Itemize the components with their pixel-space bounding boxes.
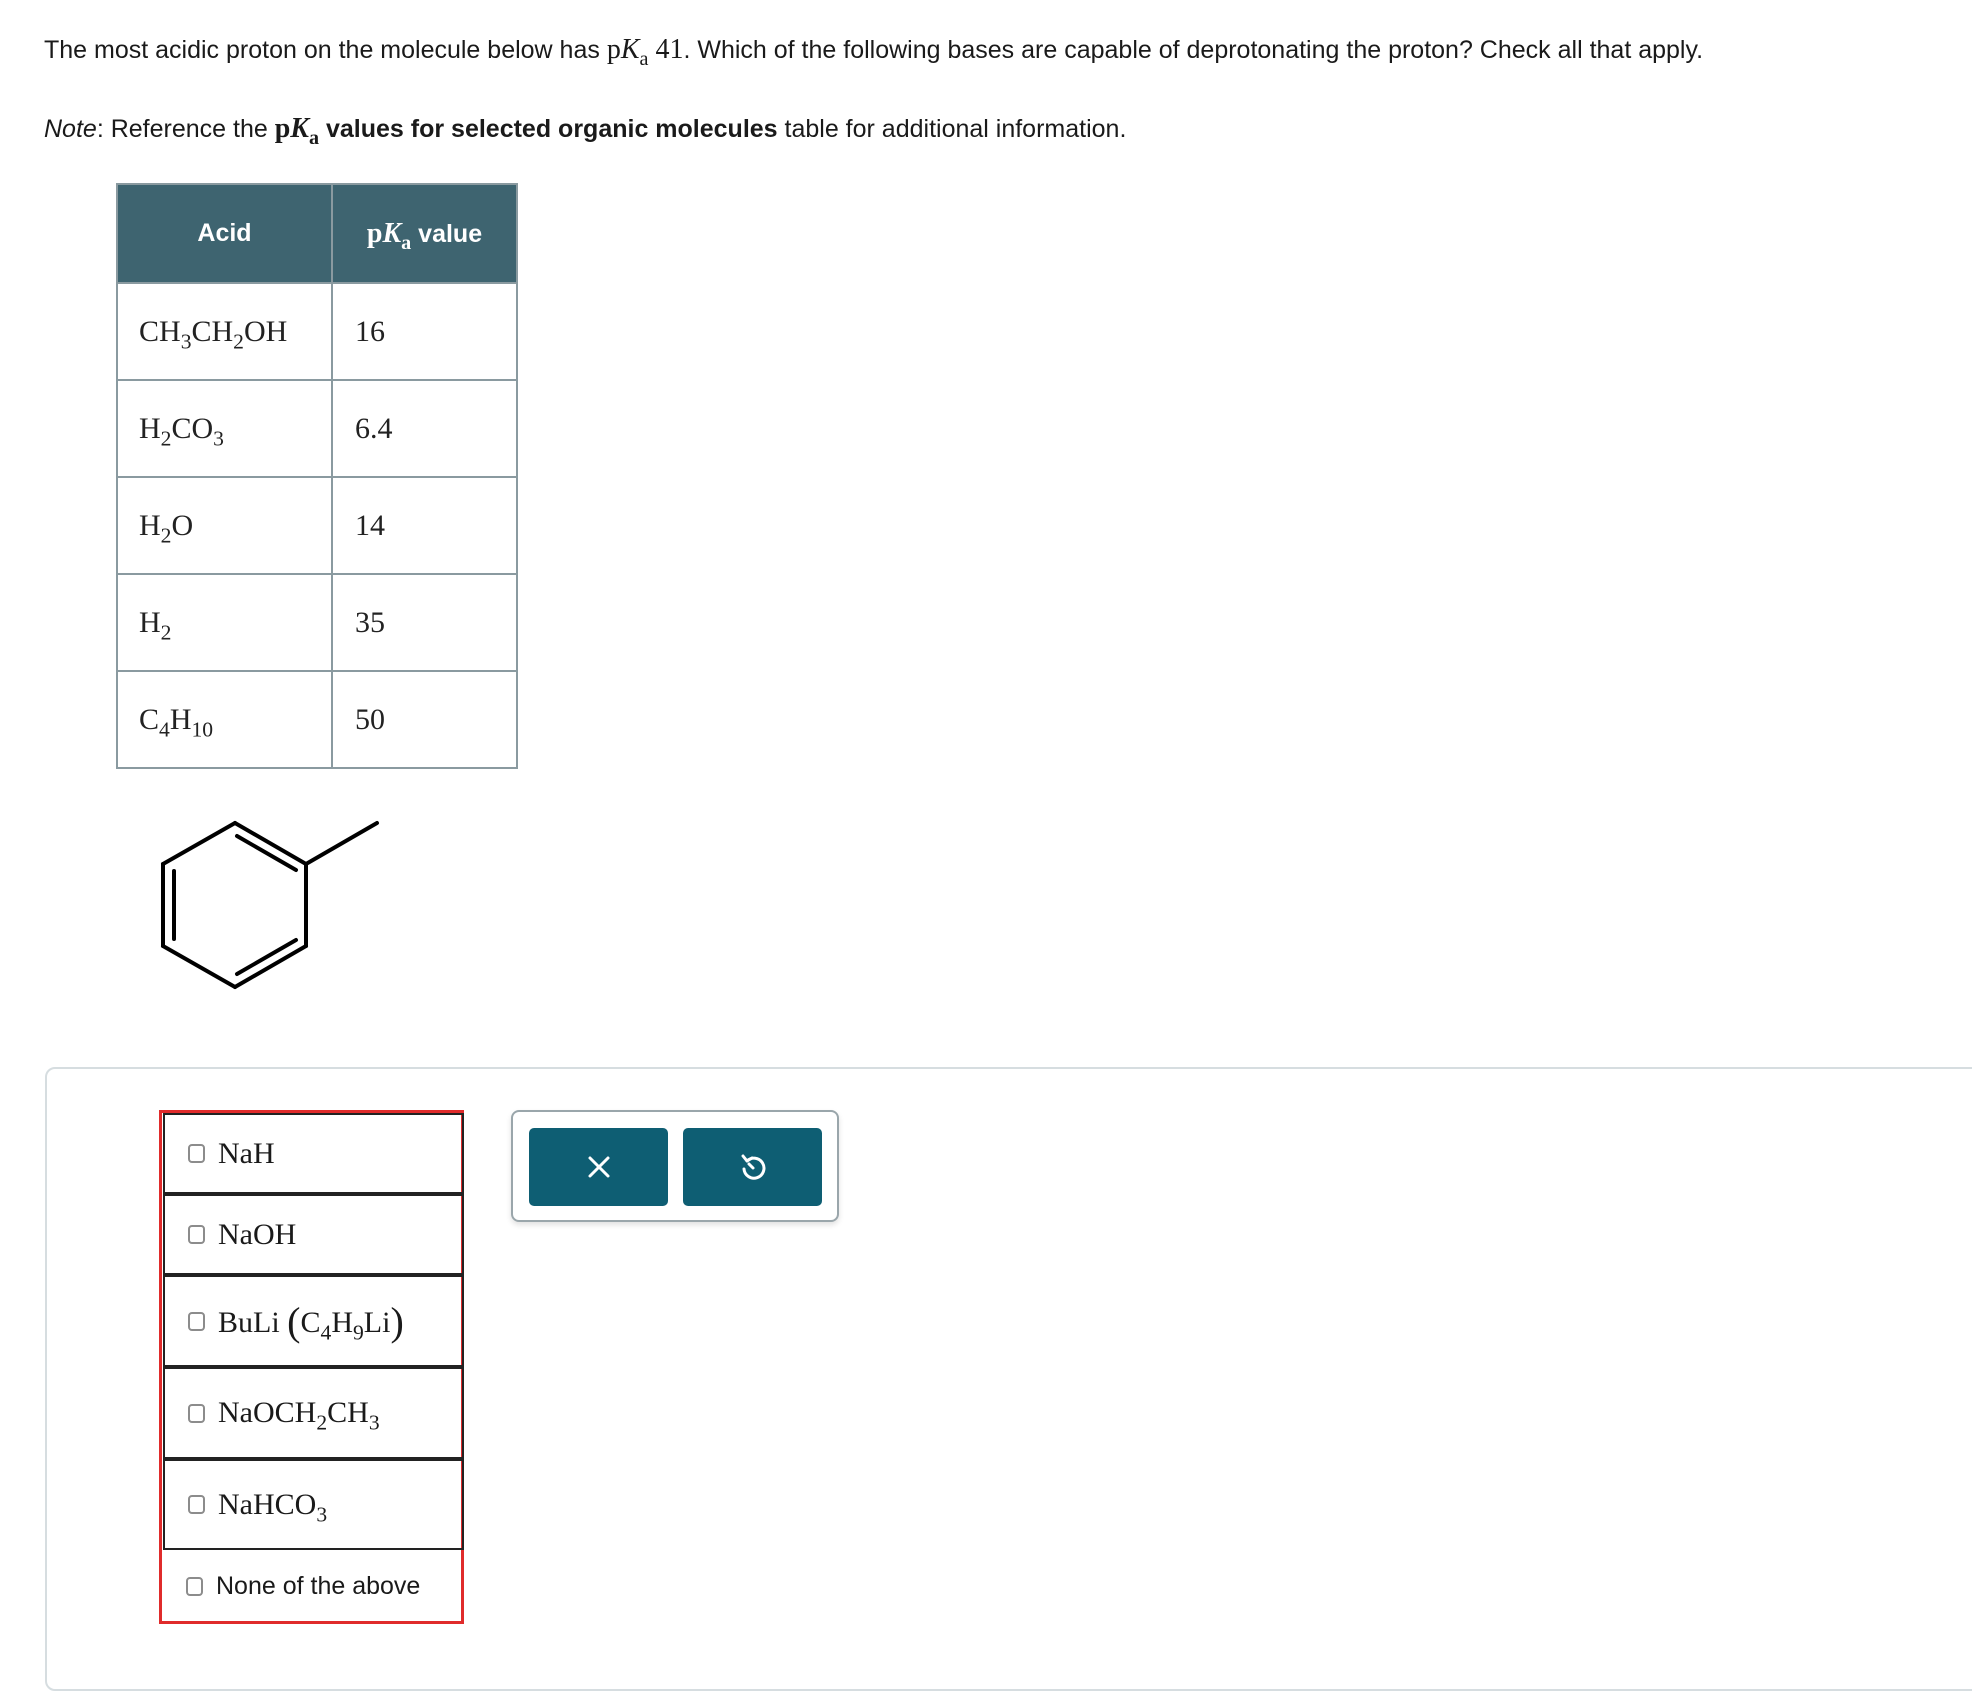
checkbox[interactable]: [188, 1225, 205, 1244]
acid-cell: CH3CH2OH: [116, 282, 333, 381]
checkbox[interactable]: [188, 1144, 205, 1163]
acid-cell: H2O: [116, 476, 333, 575]
close-icon: [588, 1156, 609, 1178]
choice-none[interactable]: None of the above: [163, 1550, 464, 1622]
table-row: CH3CH2OH 16: [116, 282, 518, 381]
pka-cell: 6.4: [331, 379, 518, 478]
question-text: The most acidic proton on the molecule b…: [44, 34, 1704, 71]
checkbox[interactable]: [188, 1311, 205, 1331]
toluene-structure: [161, 821, 379, 989]
choice-nah[interactable]: NaH: [163, 1113, 464, 1194]
table-row: C4H10 50: [116, 670, 518, 769]
acid-cell: H2: [116, 573, 333, 672]
pka-table: Acid pKa value CH3CH2OH 16 H2CO3 6.4 H2O…: [116, 183, 518, 769]
header-pka-value: pKa value: [331, 183, 518, 284]
table-row: H2 35: [116, 573, 518, 672]
acid-cell: H2CO3: [116, 379, 333, 478]
checkbox[interactable]: [186, 1576, 203, 1596]
choice-naoh[interactable]: NaOH: [163, 1194, 464, 1275]
choice-buli[interactable]: BuLi (C4H9Li): [163, 1275, 464, 1367]
pka-cell: 50: [331, 670, 518, 769]
table-row: H2O 14: [116, 476, 518, 575]
table-row: H2CO3 6.4: [116, 379, 518, 478]
pka-cell: 35: [331, 573, 518, 672]
pka-cell: 16: [331, 282, 518, 381]
checkbox[interactable]: [188, 1403, 205, 1423]
pka-cell: 14: [331, 476, 518, 575]
clear-button[interactable]: [529, 1128, 668, 1206]
acid-cell: C4H10: [116, 670, 333, 769]
choice-naoet[interactable]: NaOCH2CH3: [163, 1367, 464, 1459]
checkbox[interactable]: [188, 1495, 205, 1514]
note-text: Note: Reference the pKa values for selec…: [44, 113, 1127, 150]
header-acid: Acid: [116, 183, 333, 284]
choice-nahco3[interactable]: NaHCO3: [163, 1459, 464, 1550]
undo-icon: [741, 1154, 765, 1180]
reset-button[interactable]: [683, 1128, 822, 1206]
